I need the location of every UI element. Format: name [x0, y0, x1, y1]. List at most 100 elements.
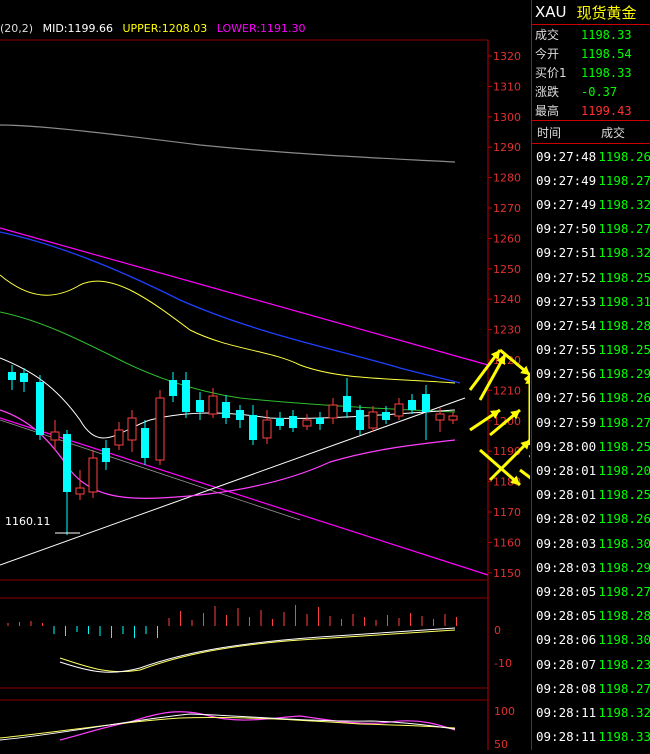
candle-body	[356, 410, 364, 430]
tick-price: 1198.30	[598, 535, 650, 551]
tick-price: 1198.32	[598, 196, 650, 212]
quote-field-label: 最高	[535, 104, 560, 118]
candle-body	[63, 434, 71, 492]
candle-body	[249, 415, 257, 440]
annotation-arrow-shaft	[524, 348, 561, 382]
price-axis-label: 1210	[493, 384, 521, 397]
tick-time: 09:28:01	[536, 463, 597, 479]
candle-body	[435, 413, 445, 421]
tick-time: 09:27:52	[536, 269, 597, 285]
tick-price: 1198.27	[598, 583, 650, 599]
tick-time: 09:27:54	[536, 317, 597, 333]
quote-field-row: 成交 1198.33	[532, 25, 650, 44]
indicator-mid: MID:1199.66	[42, 22, 113, 35]
kdj-d-line	[0, 716, 456, 739]
annotation-arrow-shaft	[519, 468, 561, 502]
tick-row: 09:27:56 1198.29	[532, 362, 650, 386]
tick-time: 09:28:07	[536, 656, 597, 672]
candle-body	[448, 415, 458, 421]
kdj-axis-100: 100	[494, 705, 515, 718]
ticks-header: 时间 成交	[532, 121, 650, 144]
price-axis-label: 1160	[493, 536, 521, 549]
tick-time: 09:28:05	[536, 583, 597, 599]
price-axis-label: 1170	[493, 506, 521, 519]
candle-body	[141, 428, 149, 458]
kdj-j-line	[59, 711, 456, 741]
tick-price: 1198.20	[598, 463, 650, 479]
candle-body	[88, 457, 98, 493]
quote-field-row: 最高 1199.43	[532, 101, 650, 120]
candle-body	[276, 418, 284, 426]
candle-body	[328, 404, 338, 419]
candle-body	[368, 411, 378, 429]
quote-field-row: 买价1 1198.33	[532, 63, 650, 82]
candle-body	[302, 419, 312, 427]
quote-field-value: 1198.33	[581, 27, 632, 42]
tick-price: 1198.25	[598, 342, 650, 358]
boll-upper-line	[0, 274, 456, 384]
candle-body	[102, 448, 110, 462]
tick-time: 09:27:53	[536, 293, 597, 309]
ma-gray-line	[0, 124, 456, 163]
indicator-upper: UPPER:1208.03	[122, 22, 208, 35]
macd-axis-zero: 0	[494, 624, 501, 637]
tick-row: 09:28:06 1198.30	[532, 628, 650, 652]
tick-row: 09:27:53 1198.31	[532, 289, 650, 313]
tick-row: 09:28:11 1198.33	[532, 725, 650, 749]
tick-price: 1198.32	[598, 245, 650, 261]
candle-body	[262, 419, 272, 439]
annotation-arrows	[468, 234, 627, 509]
candle-body	[382, 412, 390, 420]
tick-time: 09:28:03	[536, 559, 597, 575]
tick-row: 09:27:59 1198.27	[532, 410, 650, 434]
trend-line-upper	[0, 227, 489, 366]
price-chart[interactable]: 1160.11 1320 1310 1300 1290 1280 1270 1260 1250…	[0, 0, 627, 751]
candle-body	[343, 396, 351, 412]
tick-price: 1198.25	[598, 438, 650, 454]
quote-field-value: -0.37	[581, 84, 618, 99]
ma-green-line	[0, 311, 456, 413]
tick-price: 1198.27	[598, 172, 650, 188]
candle-body	[114, 429, 124, 446]
symbol-header[interactable]: XAU 现货黄金	[532, 0, 650, 25]
tick-row: 09:27:50 1198.27	[532, 217, 650, 241]
tick-row: 09:28:00 1198.25	[532, 434, 650, 458]
price-axis-label: 1320	[493, 50, 521, 63]
low-annotation: 1160.11	[5, 515, 51, 528]
candle-body	[182, 380, 190, 412]
price-axis-label: 1240	[493, 293, 521, 306]
candle-body	[316, 418, 324, 424]
price-axis-label: 1230	[493, 324, 521, 337]
tick-time: 09:28:11	[536, 704, 597, 720]
tick-price: 1198.27	[598, 680, 650, 696]
tick-time: 09:28:06	[536, 632, 597, 648]
tick-time: 09:27:49	[536, 196, 597, 212]
tick-price: 1198.25	[598, 487, 650, 503]
quote-field-label: 成交	[535, 28, 560, 42]
tick-row: 09:28:03 1198.29	[532, 555, 650, 579]
tick-time: 09:27:48	[536, 148, 597, 164]
quote-field-row: 涨跌 -0.37	[532, 82, 650, 101]
trend-line-lower	[0, 417, 489, 576]
ticks-list[interactable]: 09:27:48 1198.26 09:27:49 1198.27 09:27:49 11…	[532, 144, 650, 749]
ticks-header-time: 时间	[537, 125, 562, 140]
tick-time: 09:28:11	[536, 729, 597, 745]
quote-fields: 成交 1198.33 今开 1198.54 买价1 1198.33 涨跌 -0.37 最高 119…	[532, 25, 650, 120]
candle-body	[222, 402, 230, 418]
tick-price: 1198.32	[598, 704, 650, 720]
quote-field-value: 1198.33	[581, 65, 632, 80]
tick-row: 09:27:52 1198.25	[532, 265, 650, 289]
macd-axis-minus10: -10	[494, 657, 512, 670]
price-axis-label: 1250	[493, 263, 521, 276]
candle-body	[196, 400, 204, 412]
tick-row: 09:27:49 1198.27	[532, 168, 650, 192]
tick-price: 1198.29	[598, 366, 650, 382]
tick-row: 09:27:54 1198.28	[532, 313, 650, 337]
tick-price: 1198.31	[598, 293, 650, 309]
tick-price: 1198.28	[598, 317, 650, 333]
candle-body	[127, 417, 137, 441]
chart-area[interactable]: 1160.11 1320 1310 1300 1290 1280 1270 1260 1250…	[0, 0, 627, 751]
macd-dea-line	[59, 629, 456, 673]
price-axis-label: 1270	[493, 202, 521, 215]
price-axis-label: 1280	[493, 172, 521, 185]
